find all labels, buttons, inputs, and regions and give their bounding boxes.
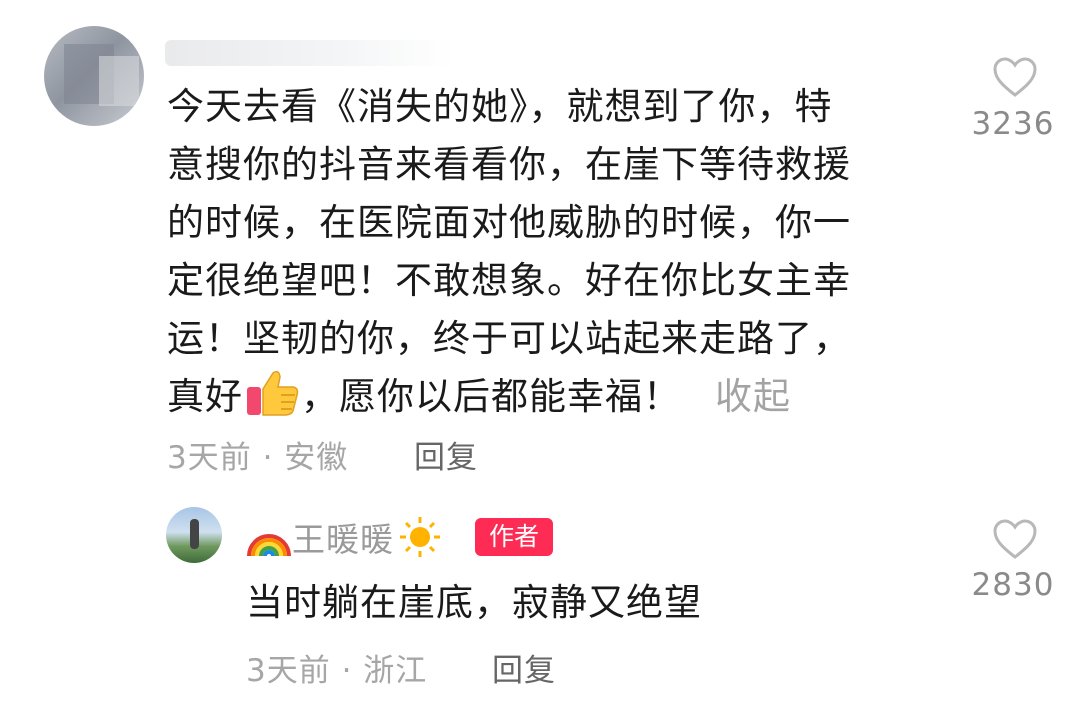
author-row: 王暖暖 [246, 514, 442, 560]
thumbs-up-icon [245, 369, 299, 417]
sun-icon [398, 515, 442, 559]
author-avatar[interactable] [166, 507, 222, 563]
comment-line: 的时候，在医院面对他威胁的时候，你一 [167, 201, 851, 244]
reply-text: 当时躺在崖底，寂静又绝望 [246, 581, 702, 624]
author-badge: 作者 [475, 518, 553, 556]
comment-line: 定很绝望吧！不敢想象。好在你比女主幸 [167, 259, 851, 302]
like-count: 3236 [971, 106, 1055, 142]
comment-line: 今天去看《消失的她》，就想到了你，特 [167, 85, 833, 128]
reply-meta: 3天前 · 浙江 [246, 653, 428, 689]
reply-button[interactable]: 回复 [414, 432, 478, 477]
comment-line: 运！坚韧的你，终于可以站起来走路了， [167, 317, 851, 360]
like-button[interactable] [992, 56, 1038, 102]
comment-text: 今天去看《消失的她》，就想到了你，特 意搜你的抖音来看看你，在崖下等待救援 的时… [167, 78, 927, 426]
reply-like-button[interactable] [992, 518, 1038, 564]
reply-reply-button[interactable]: 回复 [492, 645, 556, 690]
reply-like-count: 2830 [971, 567, 1055, 603]
comment-line-last: 真好 ，愿你以后都能幸福！ 收起 [167, 368, 927, 426]
author-name[interactable]: 王暖暖 [292, 513, 394, 561]
comment-line: 意搜你的抖音来看看你，在崖下等待救援 [167, 143, 851, 186]
comment-meta: 3天前 · 安徽 [167, 440, 349, 476]
heart-icon [993, 57, 1037, 97]
collapse-button[interactable]: 收起 [715, 375, 791, 418]
commenter-name-blurred[interactable] [165, 40, 455, 66]
commenter-avatar[interactable] [44, 26, 144, 126]
heart-icon [993, 519, 1037, 559]
rainbow-icon [246, 516, 292, 558]
